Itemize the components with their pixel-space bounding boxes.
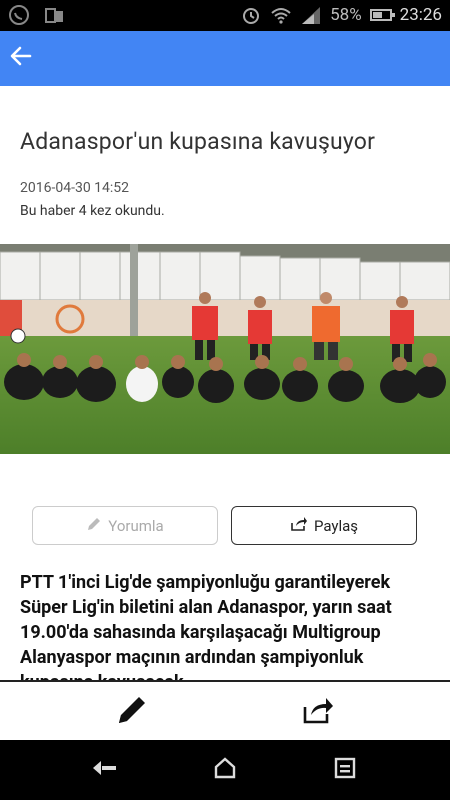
wifi-icon — [270, 4, 292, 26]
status-bar: 58% 23:26 — [0, 0, 450, 31]
alarm-icon — [240, 4, 262, 26]
article-date: 2016-04-30 14:52 — [20, 180, 130, 196]
article-title: Adanaspor'un kupasına kavuşuyor — [20, 128, 376, 155]
article-body: PTT 1'inci Lig'de şampiyonluğu garantile… — [20, 572, 392, 680]
article-content[interactable]: Adanaspor'un kupasına kavuşuyor 2016-04-… — [0, 86, 450, 680]
nav-home-button[interactable] — [210, 757, 240, 783]
pencil-icon — [86, 516, 102, 536]
nav-back-button[interactable] — [90, 757, 120, 783]
app-bar — [0, 31, 450, 86]
share-button[interactable]: Paylaş — [231, 506, 417, 545]
whatsapp-icon — [8, 4, 30, 26]
clock: 23:26 — [399, 5, 442, 25]
share-toolbar-button[interactable] — [298, 692, 338, 732]
share-label: Paylaş — [313, 516, 359, 535]
home-icon — [213, 757, 237, 783]
comment-button[interactable]: Yorumla — [32, 506, 218, 545]
team-training-photo[interactable] — [0, 244, 450, 454]
arrow-left-icon — [9, 44, 33, 72]
bottom-toolbar — [0, 680, 450, 740]
signal-icon — [300, 4, 322, 26]
system-nav-bar — [0, 740, 450, 800]
battery-icon — [369, 9, 395, 21]
back-button[interactable] — [6, 43, 36, 73]
recents-icon — [334, 757, 356, 783]
comment-label: Yorumla — [108, 516, 164, 535]
share-icon — [302, 695, 334, 729]
back-icon — [91, 758, 119, 782]
pencil-icon — [115, 693, 149, 731]
nav-recents-button[interactable] — [330, 757, 360, 783]
share-icon — [290, 516, 308, 536]
comment-toolbar-button[interactable] — [112, 692, 152, 732]
view-count: Bu haber 4 kez okundu. — [20, 203, 165, 219]
battery-percent: 58% — [330, 5, 362, 25]
sim-icon — [44, 4, 66, 26]
